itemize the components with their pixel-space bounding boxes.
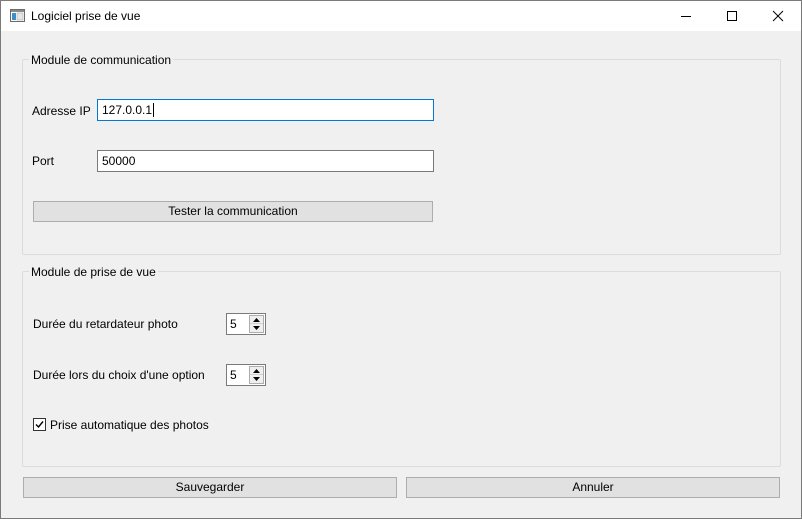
option-increment-button[interactable] <box>250 367 263 375</box>
save-button[interactable]: Sauvegarder <box>23 477 397 498</box>
port-field[interactable]: 50000 <box>97 150 434 172</box>
timer-decrement-button[interactable] <box>250 324 263 332</box>
timer-duration-spinbox[interactable]: 5 <box>226 313 266 335</box>
spin-up-arrow-icon <box>253 369 260 373</box>
option-spin-arrows <box>249 366 264 384</box>
timer-duration-label: Durée du retardateur photo <box>33 317 178 331</box>
cancel-button[interactable]: Annuler <box>406 477 780 498</box>
port-label: Port <box>32 154 55 168</box>
close-icon <box>772 10 784 22</box>
app-window: Logiciel prise de vue Module de communic… <box>0 0 802 519</box>
auto-capture-checkbox[interactable] <box>33 418 46 431</box>
spin-up-arrow-icon <box>253 318 260 322</box>
ip-address-field[interactable]: 127.0.0.1 <box>97 99 434 121</box>
checkmark-icon <box>35 421 44 429</box>
capture-group-title: Module de prise de vue <box>29 265 158 279</box>
minimize-button[interactable] <box>663 1 709 31</box>
ip-address-value: 127.0.0.1 <box>102 103 153 117</box>
timer-duration-value: 5 <box>230 317 237 331</box>
title-bar[interactable]: Logiciel prise de vue <box>1 1 801 31</box>
text-caret <box>153 103 155 117</box>
option-decrement-button[interactable] <box>250 375 263 383</box>
auto-capture-label[interactable]: Prise automatique des photos <box>50 418 209 432</box>
timer-spin-arrows <box>249 315 264 333</box>
ip-address-label: Adresse IP <box>32 104 91 118</box>
option-duration-label: Durée lors du choix d'une option <box>33 368 205 382</box>
test-communication-button[interactable]: Tester la communication <box>33 201 433 222</box>
maximize-icon <box>727 11 737 21</box>
spin-down-arrow-icon <box>253 377 260 381</box>
communication-group-title: Module de communication <box>29 53 174 67</box>
option-duration-value: 5 <box>230 368 237 382</box>
maximize-button[interactable] <box>709 1 755 31</box>
port-value: 50000 <box>102 154 136 168</box>
app-window-icon <box>10 9 25 22</box>
timer-increment-button[interactable] <box>250 316 263 324</box>
window-title: Logiciel prise de vue <box>31 9 141 23</box>
spin-down-arrow-icon <box>253 326 260 330</box>
close-button[interactable] <box>755 1 801 31</box>
minimize-icon <box>681 16 691 17</box>
option-duration-spinbox[interactable]: 5 <box>226 364 266 386</box>
